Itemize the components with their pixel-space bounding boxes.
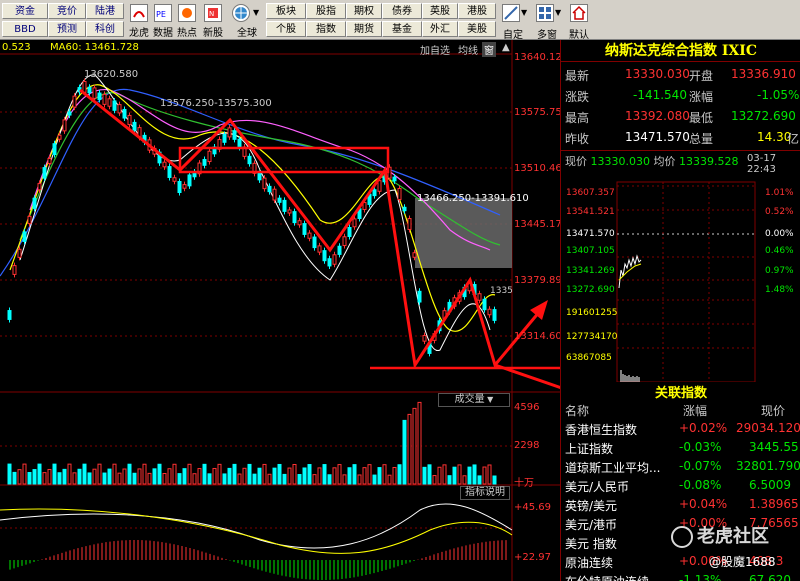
mini-pct-label: 0.52% [765,207,794,217]
btn-us-stocks[interactable]: 美股 [458,21,496,37]
mini-vol-label: 191601255 [566,308,618,318]
mini-vol-label: 63867085 [566,353,612,363]
gap-annotation: 13576.250-13575.300 [160,98,272,109]
mini-price-label: 13607.357 [566,188,615,198]
btn-index[interactable]: 指数 [306,21,346,37]
btn-uk-stocks[interactable]: 英股 [422,3,458,19]
window-button[interactable]: 窗 [482,42,496,57]
quote-row: 最新 13330.030 开盘 13336.910 [565,67,796,83]
quote-row: 涨跌 -141.540 涨幅 -1.05% [565,88,800,104]
btn-stock-index[interactable]: 股指 [306,3,346,19]
volume-bars [7,401,497,485]
icon-label: 自定 [503,30,523,41]
related-index-header: 名称 涨幅 现价 [565,404,786,418]
mini-price-label: 13471.570 [566,229,615,239]
dea-line [0,508,513,554]
index-title: 纳斯达克综合指数 IXIC [561,40,800,62]
related-index-row[interactable]: 道琼斯工业平均... -0.07% 32801.790 [561,457,800,476]
chevron-down-icon[interactable]: ▼ [253,8,259,17]
volume-axis-label: 4596 [514,402,540,413]
custom-layout-icon[interactable] [502,4,520,22]
related-index-title: 关联指数 [654,386,707,401]
quote-row: 昨收 13471.570 总量 14.30 亿 [565,130,800,146]
ma60-readout: MA60: 13461.728 [50,42,139,53]
dragon-tiger-icon[interactable] [130,4,148,22]
btn-hk-stocks[interactable]: 港股 [458,3,496,19]
btn-forex[interactable]: 外汇 [422,21,458,37]
macd-axis-label: +45.69 [514,502,552,513]
chevron-down-icon[interactable]: ▼ [521,8,527,17]
toolbar: 资金 竞价 陆港 BBD 预测 科创 龙虎 PE 数据 热点 N 新股 全球 ▼… [0,0,800,41]
ma-settings-button[interactable]: 均线 [458,42,478,57]
pe-data-icon[interactable]: PE [154,4,172,22]
indicator-help-button[interactable]: 指标说明 [460,486,510,500]
watermark-user: @股魔1688 [709,555,776,569]
ma-readout: 0.523 [2,42,31,53]
mini-pct-label: 1.48% [765,285,794,295]
mini-pct-label: 0.46% [765,246,794,256]
related-index-row[interactable]: 布伦特原油连续-1.13%67.620 [561,571,800,581]
btn-stock[interactable]: 个股 [266,21,306,37]
volume-unit-label: 十万 [514,478,534,489]
scroll-up-icon[interactable]: ▲ [502,42,510,53]
mini-pct-label: 0.00% [765,229,794,239]
globe-icon[interactable] [232,4,250,22]
btn-bonds[interactable]: 债券 [382,3,422,19]
btn-futures[interactable]: 期货 [346,21,382,37]
macd-axis-label: +22.97 [514,552,552,563]
add-watchlist-button[interactable]: 加自选 [420,42,450,57]
quote-row: 最高 13392.080 最低 13272.690 [565,109,796,125]
related-index-row[interactable]: 上证指数 -0.03% 3445.55 [561,438,800,457]
btn-fund-list[interactable]: 基金 [382,21,422,37]
chevron-down-icon[interactable]: ▼ [555,8,561,17]
btn-sector[interactable]: 板块 [266,3,306,19]
mini-vol-label: 127734170 [566,332,618,342]
multi-window-icon[interactable] [536,4,554,22]
btn-options[interactable]: 期权 [346,3,382,19]
macd-histogram [9,540,507,580]
btn-hk-connect[interactable]: 陆港 [86,3,124,19]
gap-annotation: 13466.250-13391.610 [417,193,529,204]
related-index-row[interactable]: 香港恒生指数 +0.02% 29034.120 [561,419,800,438]
related-index-row[interactable]: 英镑/美元 +0.04% 1.38965 [561,495,800,514]
mini-price-label: 13407.105 [566,246,615,256]
hotspot-icon[interactable] [178,4,196,22]
home-icon[interactable] [570,4,588,22]
icon-label: 默认 [569,30,589,41]
icon-label: 多窗 [537,30,557,41]
mini-price-label: 13341.269 [566,266,615,276]
btn-star-market[interactable]: 科创 [86,21,124,37]
new-stock-icon[interactable]: N [204,4,222,22]
kline-chart-panel[interactable]: 0.523 MA60: 13461.728 加自选 均线 窗 ▲ 13640.1… [0,40,568,581]
related-index-row[interactable]: 美元/人民币 -0.08% 6.5009 [561,476,800,495]
mini-price-label: 13272.690 [566,285,615,295]
icon-label: 全球 [237,28,257,39]
quote-panel: 纳斯达克综合指数 IXIC 最新 13330.030 开盘 13336.910 … [560,40,800,581]
last-price-annotation: 1335 [490,286,513,296]
btn-fund[interactable]: 资金 [2,3,48,19]
btn-forecast[interactable]: 预测 [48,21,86,37]
dif-line [0,503,513,549]
tiger-logo-icon [671,526,693,548]
btn-bbd[interactable]: BBD [2,21,48,37]
icon-label: 新股 [203,28,223,39]
mini-price-label: 13541.521 [566,207,615,217]
volume-axis-label: 2298 [514,440,540,451]
svg-text:N: N [209,10,214,18]
watermark: 老虎社区 [671,522,769,548]
svg-text:PE: PE [156,10,166,19]
mini-pct-label: 1.01% [765,188,794,198]
btn-auction[interactable]: 竞价 [48,3,86,19]
intraday-header: 现价 13330.030 均价 13339.528 [565,155,739,168]
volume-indicator-select[interactable]: 成交量 ▼ [438,393,510,407]
high-annotation: 13620.580 [84,69,139,80]
highlight-box [415,198,512,268]
mini-pct-label: 0.97% [765,266,794,276]
